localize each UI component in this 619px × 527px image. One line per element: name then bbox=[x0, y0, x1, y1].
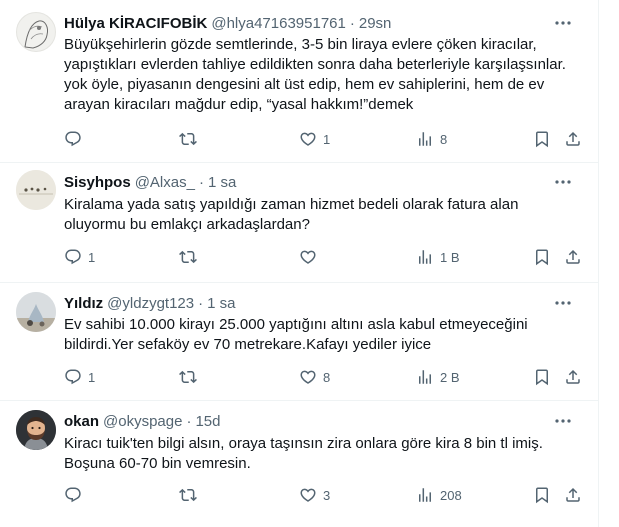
reply-button[interactable] bbox=[64, 485, 88, 505]
reply-icon bbox=[65, 131, 81, 147]
retweet-icon bbox=[179, 132, 197, 146]
views-button[interactable]: 208 bbox=[416, 485, 462, 505]
timestamp[interactable]: 1 sa bbox=[208, 174, 236, 191]
like-button[interactable]: 8 bbox=[299, 367, 330, 387]
author-handle[interactable]: @okyspage bbox=[103, 413, 182, 430]
like-button[interactable]: 1 bbox=[299, 129, 330, 149]
retweet-button[interactable] bbox=[179, 485, 203, 505]
avatar[interactable] bbox=[16, 410, 56, 450]
retweet-icon bbox=[179, 250, 197, 264]
retweet-button[interactable] bbox=[179, 247, 203, 267]
timestamp[interactable]: 1 sa bbox=[207, 295, 235, 312]
action-bar: 3 208 bbox=[64, 485, 584, 505]
separator-dot: · bbox=[349, 14, 355, 32]
share-icon bbox=[566, 369, 580, 384]
share-icon bbox=[566, 487, 580, 502]
views-icon bbox=[419, 488, 431, 502]
like-count: 3 bbox=[323, 487, 331, 503]
reply-count: 1 bbox=[88, 249, 96, 265]
reply-icon bbox=[65, 249, 81, 265]
bookmark-icon bbox=[536, 369, 548, 386]
bookmark-icon bbox=[536, 131, 548, 148]
avatar[interactable] bbox=[16, 292, 56, 332]
author-name[interactable]: Yıldız bbox=[64, 295, 103, 312]
views-button[interactable]: 8 bbox=[416, 129, 447, 149]
heart-icon bbox=[300, 250, 316, 264]
tweet[interactable]: Yıldız @yldzygt123 · 1 sa Ev sahibi 10.0… bbox=[0, 283, 598, 401]
separator-dot: · bbox=[198, 294, 204, 312]
heart-icon bbox=[300, 488, 316, 502]
reply-button[interactable]: 1 bbox=[64, 247, 95, 267]
more-icon[interactable] bbox=[554, 294, 572, 312]
author-name[interactable]: okan bbox=[64, 413, 99, 430]
tweet-text: Ev sahibi 10.000 kirayı 25.000 yaptığını… bbox=[64, 316, 528, 353]
like-count: 8 bbox=[323, 369, 331, 385]
more-icon[interactable] bbox=[554, 173, 572, 191]
views-icon bbox=[419, 132, 431, 146]
views-count: 208 bbox=[440, 487, 462, 503]
reply-icon bbox=[65, 487, 81, 503]
bookmark-icon bbox=[536, 249, 548, 266]
share-button[interactable] bbox=[564, 129, 582, 149]
retweet-icon bbox=[179, 488, 197, 502]
bookmark-button[interactable] bbox=[533, 247, 551, 267]
more-icon[interactable] bbox=[554, 14, 572, 32]
author-handle[interactable]: @Alxas_ bbox=[135, 174, 195, 191]
bookmark-button[interactable] bbox=[533, 367, 551, 387]
separator-dot: · bbox=[198, 173, 204, 191]
views-icon bbox=[419, 370, 431, 384]
reply-icon bbox=[65, 369, 81, 385]
like-button[interactable] bbox=[299, 247, 323, 267]
reply-button[interactable]: 1 bbox=[64, 367, 95, 387]
tweet-header: okan @okyspage · 15d bbox=[64, 411, 582, 431]
share-button[interactable] bbox=[564, 485, 582, 505]
tweet-header: Hülya KİRACIFOBİK @hlya47163951761 · 29s… bbox=[64, 13, 582, 33]
retweet-icon bbox=[179, 370, 197, 384]
tweet-header: Sisyhpos @Alxas_ · 1 sa bbox=[64, 172, 582, 192]
views-count: 2 B bbox=[440, 369, 460, 385]
author-name[interactable]: Sisyhpos bbox=[64, 174, 131, 191]
views-icon bbox=[419, 250, 431, 264]
heart-icon bbox=[300, 132, 316, 146]
retweet-button[interactable] bbox=[179, 129, 203, 149]
more-icon[interactable] bbox=[554, 412, 572, 430]
bookmark-icon bbox=[536, 487, 548, 504]
like-count: 1 bbox=[323, 131, 331, 147]
heart-icon bbox=[300, 370, 316, 384]
action-bar: 1 8 2 B bbox=[64, 367, 584, 387]
reply-button[interactable] bbox=[64, 129, 88, 149]
views-count: 8 bbox=[440, 131, 448, 147]
timeline-right-border bbox=[598, 0, 599, 527]
tweet[interactable]: Sisyhpos @Alxas_ · 1 sa Kiralama yada sa… bbox=[0, 163, 598, 283]
avatar[interactable] bbox=[16, 170, 56, 210]
timestamp[interactable]: 29sn bbox=[359, 15, 392, 32]
views-button[interactable]: 2 B bbox=[416, 367, 460, 387]
avatar[interactable] bbox=[16, 12, 56, 52]
tweet-text: Kiracı tuik'ten bilgi alsın, oraya taşın… bbox=[64, 435, 543, 472]
bookmark-button[interactable] bbox=[533, 129, 551, 149]
tweet[interactable]: okan @okyspage · 15d Kiracı tuik'ten bil… bbox=[0, 401, 598, 527]
action-bar: 1 8 bbox=[64, 129, 584, 149]
share-icon bbox=[566, 249, 580, 264]
tweet-text: Büyükşehirlerin gözde semtlerinde, 3-5 b… bbox=[64, 36, 566, 113]
tweet-text: Kiralama yada satış yapıldığı zaman hizm… bbox=[64, 196, 519, 233]
share-button[interactable] bbox=[564, 367, 582, 387]
action-bar: 1 1 B bbox=[64, 247, 584, 267]
tweet[interactable]: Hülya KİRACIFOBİK @hlya47163951761 · 29s… bbox=[0, 0, 598, 163]
retweet-button[interactable] bbox=[179, 367, 203, 387]
views-count: 1 B bbox=[440, 249, 460, 265]
share-button[interactable] bbox=[564, 247, 582, 267]
author-name[interactable]: Hülya KİRACIFOBİK bbox=[64, 15, 207, 32]
separator-dot: · bbox=[186, 412, 192, 430]
bookmark-button[interactable] bbox=[533, 485, 551, 505]
reply-count: 1 bbox=[88, 369, 96, 385]
share-icon bbox=[566, 131, 580, 146]
tweet-header: Yıldız @yldzygt123 · 1 sa bbox=[64, 293, 582, 313]
author-handle[interactable]: @yldzygt123 bbox=[107, 295, 194, 312]
views-button[interactable]: 1 B bbox=[416, 247, 460, 267]
author-handle[interactable]: @hlya47163951761 bbox=[211, 15, 346, 32]
timestamp[interactable]: 15d bbox=[195, 413, 220, 430]
like-button[interactable]: 3 bbox=[299, 485, 330, 505]
